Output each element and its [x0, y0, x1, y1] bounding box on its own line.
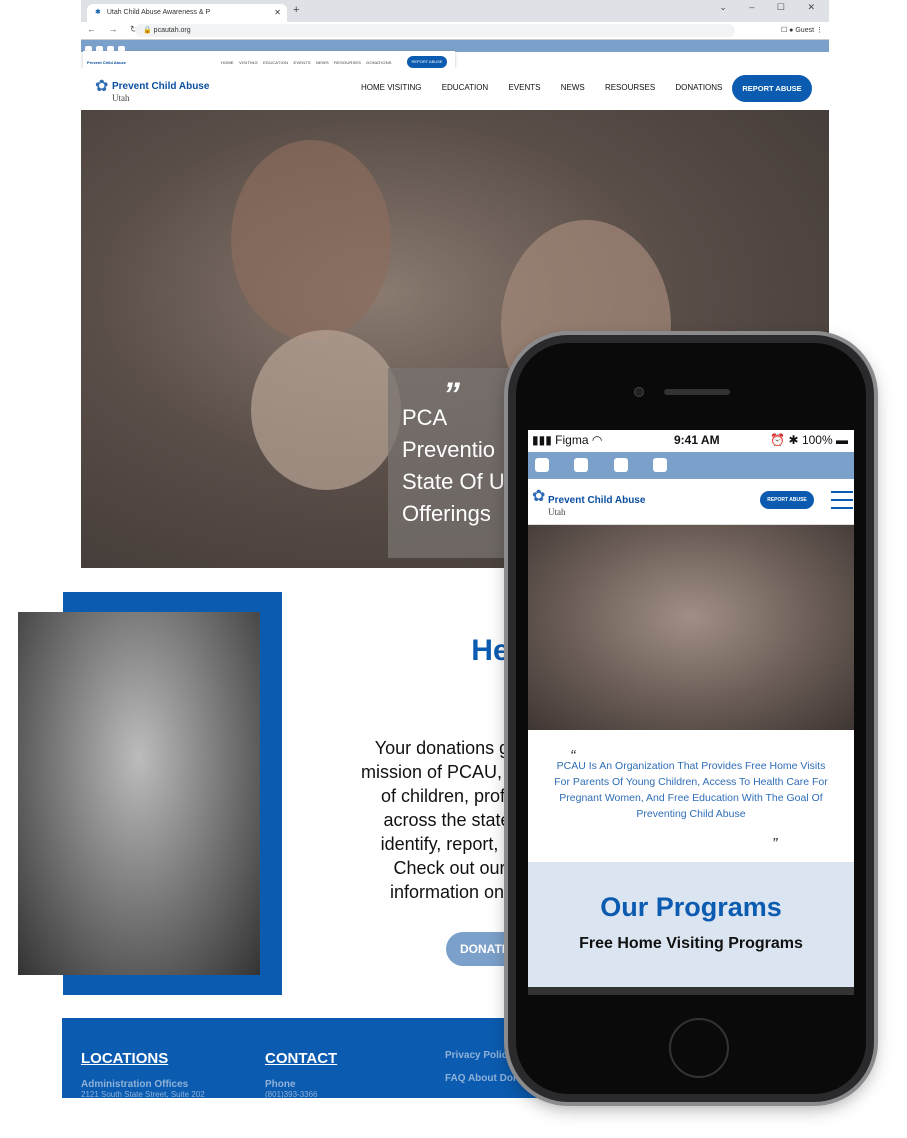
close-quote-icon: ”	[772, 836, 778, 853]
pinwheel-icon: ✿	[532, 488, 546, 505]
hero-father-figure	[231, 140, 391, 340]
window-controls[interactable]: ⌄ – ☐ ✕	[719, 2, 825, 13]
contact-heading: CONTACT	[265, 1050, 338, 1067]
carrier-label: ▮▮▮ Figma ◠	[532, 433, 603, 447]
nav-events[interactable]: EVENTS	[508, 83, 540, 92]
close-tab-icon[interactable]: ✕	[274, 4, 281, 22]
browser-tab[interactable]: ✱ Utah Child Abuse Awareness & P ✕	[87, 4, 287, 22]
nav-news[interactable]: NEWS	[561, 83, 585, 92]
nav-education[interactable]: EDUCATION	[442, 83, 489, 92]
phone-social-bar	[528, 452, 854, 479]
status-bar: ▮▮▮ Figma ◠ 9:41 AM ⏰ ✱ 100% ▬	[528, 430, 854, 452]
hamburger-menu-icon[interactable]	[831, 491, 853, 515]
phone-hero-image	[528, 525, 854, 730]
logo-state: Utah	[112, 93, 130, 103]
youtube-icon[interactable]	[653, 458, 667, 472]
main-nav: HOME VISITING EDUCATION EVENTS NEWS RESO…	[361, 83, 740, 92]
battery-status: ⏰ ✱ 100% ▬	[770, 433, 848, 447]
address-bar: ← → ↻ 🔒 pcautah.org ☐ ● Guest ⋮	[81, 22, 829, 40]
phone-logo-name[interactable]: Prevent Child Abuse	[548, 495, 645, 506]
url-field[interactable]: 🔒 pcautah.org	[135, 24, 735, 37]
home-button[interactable]	[669, 1018, 729, 1078]
website: Prevent Child Abuse HOME VISITING EDUCAT…	[18, 40, 829, 995]
phone-screen: ▮▮▮ Figma ◠ 9:41 AM ⏰ ✱ 100% ▬ ✿ Prevent…	[528, 430, 854, 995]
instagram-icon[interactable]	[574, 458, 588, 472]
footer-contact: CONTACT Phone (801)393-3366	[265, 1050, 337, 1099]
locations-heading: LOCATIONS	[81, 1050, 169, 1067]
contact-phone[interactable]: (801)393-3366	[265, 1090, 337, 1099]
mini-report-button[interactable]: REPORT ABUSE	[407, 56, 447, 68]
logo-name: Prevent Child Abuse	[112, 81, 210, 92]
status-time: 9:41 AM	[674, 433, 720, 447]
phone-quote-text: PCAU Is An Organization That Provides Fr…	[554, 760, 828, 820]
pinwheel-icon: ✿	[95, 78, 109, 95]
programs-section: Our Programs Free Home Visiting Programs	[528, 862, 854, 987]
report-abuse-button[interactable]: REPORT ABUSE	[732, 75, 812, 102]
profile-label: Guest	[795, 27, 815, 34]
hero-baby-figure	[251, 330, 401, 490]
new-tab-icon[interactable]: +	[293, 4, 299, 16]
phone-header: ✿ Prevent Child Abuse Utah REPORT ABUSE	[528, 479, 854, 525]
nav-home-visiting[interactable]: HOME VISITING	[361, 83, 421, 92]
speaker-grille	[664, 389, 730, 395]
phone-mockup: ▮▮▮ Figma ◠ 9:41 AM ⏰ ✱ 100% ▬ ✿ Prevent…	[508, 335, 874, 1102]
phone-next-image	[528, 987, 854, 995]
mini-logo[interactable]: Prevent Child Abuse	[87, 60, 126, 65]
carrier-name: Figma	[555, 433, 589, 447]
camera-icon	[634, 387, 644, 397]
facebook-icon[interactable]	[535, 458, 549, 472]
main-header: ✿ Prevent Child Abuse Utah HOME VISITING…	[81, 68, 829, 110]
tab-title: Utah Child Abuse Awareness & P	[106, 9, 211, 16]
nav-donations[interactable]: DONATIONS	[675, 83, 722, 92]
twitter-icon[interactable]	[614, 458, 628, 472]
profile-button[interactable]: ☐ ● Guest ⋮	[781, 24, 823, 37]
nav-resourses[interactable]: RESOURSES	[605, 83, 655, 92]
footer-locations: LOCATIONS Administration Offices 2121 So…	[81, 1050, 205, 1099]
contact-subheading: Phone	[265, 1079, 296, 1090]
url-text: pcautah.org	[153, 27, 191, 34]
battery-percent: 100%	[801, 433, 833, 447]
locations-address: 2121 South State Street, Suite 202	[81, 1090, 205, 1099]
phone-logo-state: Utah	[548, 507, 566, 517]
phone-quote-section: “ PCAU Is An Organization That Provides …	[528, 730, 854, 862]
browser-window: ✱ Utah Child Abuse Awareness & P ✕ + ⌄ –…	[81, 0, 829, 40]
open-quote-icon: “	[570, 748, 576, 765]
mother-child-photo	[18, 612, 260, 975]
site-favicon-icon: ✱	[95, 9, 101, 16]
mini-nav[interactable]: HOME VISITING EDUCATION EVENTS NEWS RESO…	[221, 60, 392, 65]
locations-subheading: Administration Offices	[81, 1079, 189, 1090]
programs-heading: Our Programs	[600, 892, 782, 922]
programs-subheading[interactable]: Free Home Visiting Programs	[528, 935, 854, 953]
phone-report-abuse-button[interactable]: REPORT ABUSE	[760, 491, 814, 509]
